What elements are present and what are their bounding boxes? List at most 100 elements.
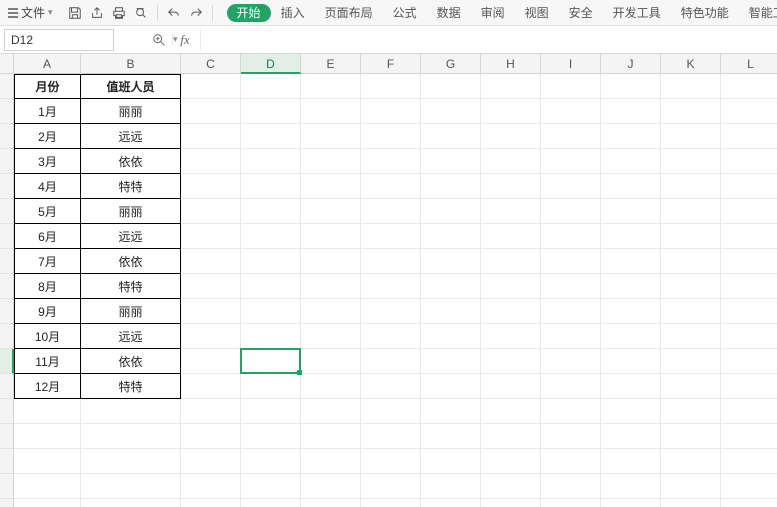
cell[interactable] bbox=[361, 124, 421, 149]
cell[interactable] bbox=[541, 249, 601, 274]
cell[interactable] bbox=[481, 249, 541, 274]
cell[interactable] bbox=[241, 199, 301, 224]
cell[interactable] bbox=[181, 74, 241, 99]
cell[interactable] bbox=[721, 374, 777, 399]
cell[interactable] bbox=[361, 374, 421, 399]
cell[interactable] bbox=[541, 274, 601, 299]
cell[interactable] bbox=[721, 474, 777, 499]
cell[interactable] bbox=[661, 74, 721, 99]
cell[interactable] bbox=[661, 124, 721, 149]
cell[interactable] bbox=[661, 474, 721, 499]
cell[interactable] bbox=[301, 324, 361, 349]
cell[interactable] bbox=[481, 274, 541, 299]
cell[interactable] bbox=[241, 74, 301, 99]
cell[interactable] bbox=[661, 299, 721, 324]
cell[interactable] bbox=[241, 499, 301, 507]
cell[interactable] bbox=[661, 199, 721, 224]
column-header-I[interactable]: I bbox=[541, 54, 601, 74]
cell[interactable] bbox=[421, 274, 481, 299]
cell[interactable] bbox=[361, 474, 421, 499]
fx-icon[interactable]: fx bbox=[176, 31, 194, 49]
tab-特色功能[interactable]: 特色功能 bbox=[671, 0, 739, 26]
row-header-5[interactable] bbox=[0, 174, 14, 199]
cell[interactable] bbox=[241, 424, 301, 449]
cell[interactable] bbox=[181, 274, 241, 299]
cell[interactable] bbox=[241, 374, 301, 399]
zoom-icon[interactable] bbox=[150, 31, 168, 49]
cell[interactable] bbox=[241, 474, 301, 499]
cell[interactable] bbox=[241, 399, 301, 424]
cell[interactable] bbox=[361, 399, 421, 424]
cell[interactable]: 远远 bbox=[81, 324, 181, 349]
column-header-E[interactable]: E bbox=[301, 54, 361, 74]
row-header-10[interactable] bbox=[0, 299, 14, 324]
cell[interactable] bbox=[421, 324, 481, 349]
column-header-G[interactable]: G bbox=[421, 54, 481, 74]
cell[interactable] bbox=[421, 399, 481, 424]
tab-智能工具箱[interactable]: 智能工具箱 bbox=[739, 0, 777, 26]
cell[interactable] bbox=[421, 424, 481, 449]
cell[interactable]: 丽丽 bbox=[81, 299, 181, 324]
cell[interactable] bbox=[241, 99, 301, 124]
cell[interactable] bbox=[421, 374, 481, 399]
cell[interactable] bbox=[541, 499, 601, 507]
cell[interactable] bbox=[481, 149, 541, 174]
cell[interactable] bbox=[361, 249, 421, 274]
column-header-D[interactable]: D bbox=[241, 54, 301, 74]
cell[interactable] bbox=[721, 149, 777, 174]
row-header-8[interactable] bbox=[0, 249, 14, 274]
cell[interactable] bbox=[14, 399, 81, 424]
cell[interactable]: 丽丽 bbox=[81, 199, 181, 224]
cell[interactable] bbox=[721, 324, 777, 349]
cell[interactable] bbox=[601, 149, 661, 174]
cell[interactable] bbox=[661, 324, 721, 349]
cell[interactable] bbox=[481, 399, 541, 424]
cell[interactable] bbox=[14, 424, 81, 449]
cell[interactable] bbox=[81, 424, 181, 449]
cell[interactable] bbox=[361, 449, 421, 474]
cell[interactable] bbox=[481, 224, 541, 249]
cell[interactable]: 4月 bbox=[14, 174, 81, 199]
cell[interactable] bbox=[421, 349, 481, 374]
cell[interactable] bbox=[361, 224, 421, 249]
cell[interactable] bbox=[421, 449, 481, 474]
cell[interactable] bbox=[721, 424, 777, 449]
row-header-17[interactable] bbox=[0, 474, 14, 499]
cell[interactable] bbox=[721, 399, 777, 424]
cell[interactable] bbox=[541, 74, 601, 99]
cell[interactable] bbox=[421, 299, 481, 324]
cell[interactable] bbox=[241, 249, 301, 274]
cell[interactable] bbox=[541, 374, 601, 399]
cell[interactable] bbox=[301, 124, 361, 149]
cell[interactable] bbox=[601, 249, 661, 274]
cell[interactable] bbox=[601, 99, 661, 124]
cell[interactable] bbox=[301, 199, 361, 224]
cell[interactable] bbox=[601, 399, 661, 424]
cell[interactable] bbox=[301, 174, 361, 199]
file-menu-button[interactable]: 文件 ▾ bbox=[4, 3, 59, 23]
row-header-13[interactable] bbox=[0, 374, 14, 399]
cell[interactable] bbox=[181, 499, 241, 507]
cell[interactable] bbox=[481, 349, 541, 374]
cell[interactable] bbox=[541, 324, 601, 349]
cell[interactable] bbox=[301, 249, 361, 274]
cell[interactable] bbox=[421, 224, 481, 249]
cell[interactable] bbox=[601, 499, 661, 507]
cell[interactable] bbox=[661, 224, 721, 249]
cell[interactable] bbox=[601, 424, 661, 449]
cell[interactable]: 丽丽 bbox=[81, 99, 181, 124]
cell[interactable] bbox=[81, 474, 181, 499]
cell[interactable] bbox=[301, 274, 361, 299]
cell[interactable]: 5月 bbox=[14, 199, 81, 224]
cell[interactable] bbox=[601, 274, 661, 299]
cell[interactable] bbox=[361, 74, 421, 99]
cell[interactable] bbox=[81, 499, 181, 507]
cell[interactable] bbox=[241, 149, 301, 174]
cell[interactable] bbox=[301, 474, 361, 499]
cell[interactable]: 3月 bbox=[14, 149, 81, 174]
cell[interactable] bbox=[661, 399, 721, 424]
cell[interactable]: 特特 bbox=[81, 374, 181, 399]
cell[interactable] bbox=[601, 124, 661, 149]
cell[interactable] bbox=[541, 299, 601, 324]
cell[interactable] bbox=[241, 449, 301, 474]
